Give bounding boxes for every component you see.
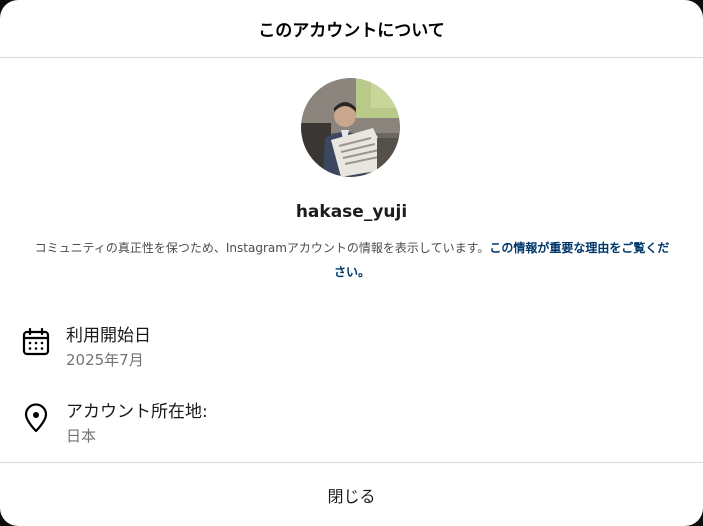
- dialog-title: このアカウントについて: [258, 21, 445, 41]
- account-location-label: アカウント所在地:: [66, 402, 208, 422]
- calendar-icon: [20, 326, 52, 358]
- dialog-header: このアカウントについて: [0, 0, 703, 58]
- date-joined-value: 2025年7月: [66, 351, 144, 369]
- dialog-body: hakase_yuji コミュニティの真正性を保つため、Instagramアカウ…: [0, 58, 703, 462]
- date-joined-label: 利用開始日: [66, 326, 151, 346]
- date-joined-row: 利用開始日 2025年7月: [20, 324, 151, 370]
- account-location-value: 日本: [66, 427, 97, 445]
- account-location-row: アカウント所在地: 日本: [20, 400, 208, 446]
- description-text: コミュニティの真正性を保つため、Instagramアカウントの情報を表示していま…: [34, 241, 490, 255]
- close-button[interactable]: 閉じる: [303, 475, 399, 515]
- dialog-footer: 閉じる: [0, 462, 703, 526]
- profile-username: hakase_yuji: [295, 202, 408, 222]
- avatar[interactable]: [301, 78, 400, 177]
- transparency-description: コミュニティの真正性を保つため、Instagramアカウントの情報を表示していま…: [32, 236, 672, 284]
- about-account-dialog: このアカウントについて hakase_yuji コミュニティの真正性を保つため、…: [0, 0, 703, 526]
- location-pin-icon: [20, 402, 52, 434]
